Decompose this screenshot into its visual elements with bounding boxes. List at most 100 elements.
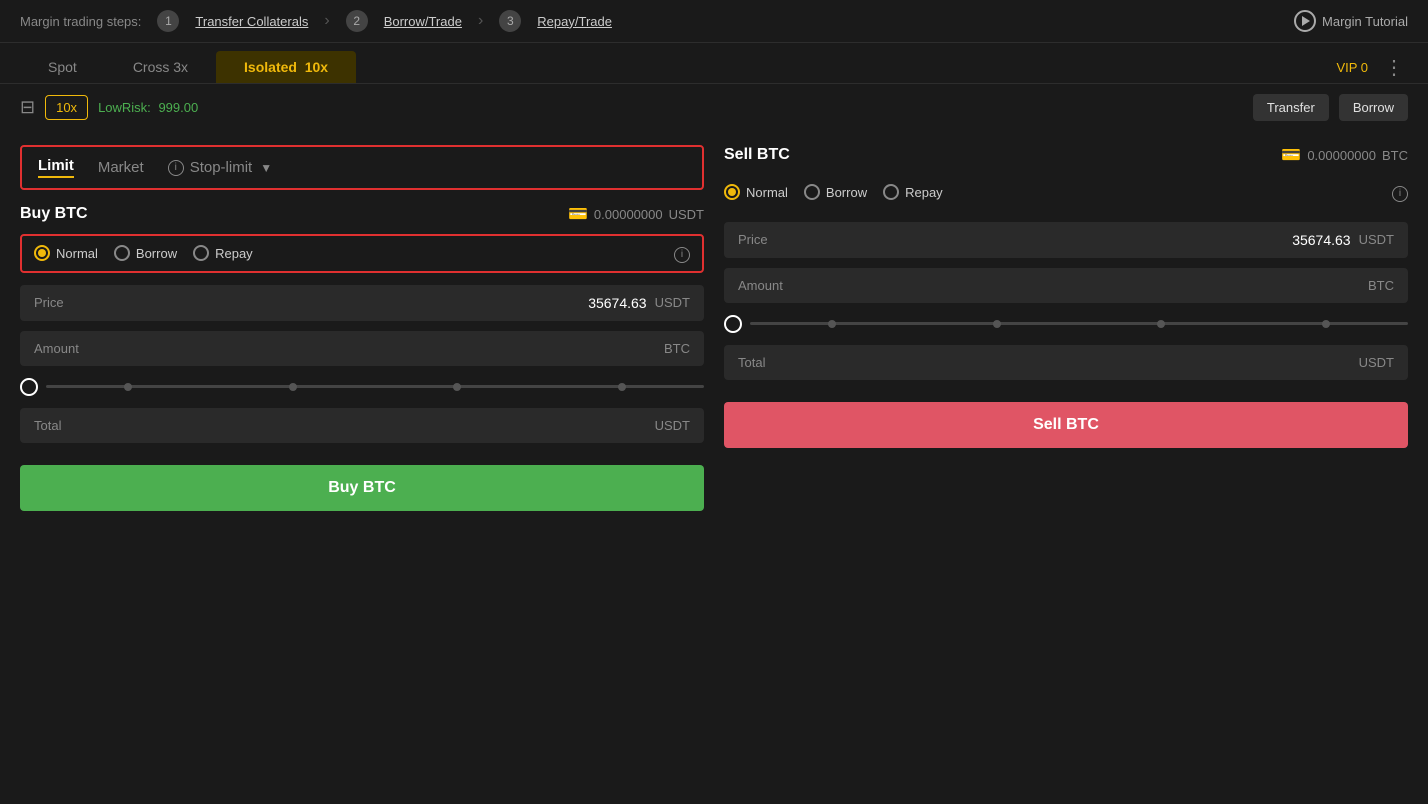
toolbar-row: ⊟ 10x LowRisk: 999.00 Transfer Borrow: [0, 84, 1428, 121]
buy-order-info-button[interactable]: i: [674, 244, 690, 263]
buy-amount-unit: BTC: [664, 341, 690, 356]
sell-panel: Sell BTC 💳 0.00000000 BTC Normal Borrow …: [724, 145, 1408, 511]
wallet-icon-buy: 💳: [568, 204, 588, 224]
sell-slider-dot-2: [993, 320, 1001, 328]
margin-tutorial-button[interactable]: Margin Tutorial: [1294, 10, 1408, 32]
buy-borrow-radio-circle: [114, 245, 130, 261]
step3-link[interactable]: Repay/Trade: [537, 14, 612, 29]
stop-limit-tab[interactable]: i Stop-limit ▼: [168, 159, 272, 176]
sell-amount-label: Amount: [738, 278, 783, 293]
sell-balance-row: Sell BTC 💳 0.00000000 BTC: [724, 145, 1408, 165]
tab-bar: Spot Cross 3x Isolated 10x VIP 0 ⋮: [0, 43, 1428, 84]
sell-balance-unit: BTC: [1382, 148, 1408, 163]
transfer-button[interactable]: Transfer: [1253, 94, 1329, 121]
step2-number: 2: [346, 10, 368, 32]
trading-area: Limit Market i Stop-limit ▼ Buy BTC 💳 0.…: [0, 133, 1428, 523]
buy-button[interactable]: Buy BTC: [20, 465, 704, 511]
buy-price-field[interactable]: Price 35674.63 USDT: [20, 285, 704, 321]
buy-repay-radio[interactable]: Repay: [193, 245, 253, 261]
low-risk-label: LowRisk: 999.00: [98, 100, 198, 115]
sell-borrow-radio-circle: [804, 184, 820, 200]
order-type-tabs-buy: Limit Market i Stop-limit ▼: [20, 145, 704, 190]
margin-steps-label: Margin trading steps:: [20, 14, 141, 29]
more-menu-button[interactable]: ⋮: [1380, 55, 1408, 80]
step1-arrow: ›: [324, 12, 329, 30]
sell-total-field[interactable]: Total USDT: [724, 345, 1408, 380]
sell-order-info-button[interactable]: i: [1392, 183, 1408, 202]
sell-slider[interactable]: [724, 315, 1408, 333]
sell-amount-field[interactable]: Amount BTC: [724, 268, 1408, 303]
buy-title: Buy BTC: [20, 205, 88, 223]
sell-radio-row: Normal Borrow Repay i: [724, 175, 1408, 210]
sell-title: Sell BTC: [724, 146, 790, 164]
leverage-selector[interactable]: 10x: [45, 95, 88, 120]
step2-link[interactable]: Borrow/Trade: [384, 14, 462, 29]
sell-normal-radio-circle: [724, 184, 740, 200]
sell-price-label: Price: [738, 232, 768, 247]
buy-price-unit: USDT: [655, 295, 690, 310]
buy-slider-dot-2: [289, 383, 297, 391]
buy-slider[interactable]: [20, 378, 704, 396]
sell-slider-dot-3: [1157, 320, 1165, 328]
limit-tab[interactable]: Limit: [38, 157, 74, 178]
sell-price-value: 35674.63: [1292, 232, 1350, 248]
buy-radio-row: Normal Borrow Repay i: [20, 234, 704, 273]
buy-price-label: Price: [34, 295, 64, 310]
step2-arrow: ›: [478, 12, 483, 30]
sell-normal-radio[interactable]: Normal: [724, 184, 788, 200]
sell-slider-dot-1: [828, 320, 836, 328]
vip-badge[interactable]: VIP 0: [1336, 60, 1368, 75]
sell-slider-dot-4: [1322, 320, 1330, 328]
tutorial-label: Margin Tutorial: [1322, 14, 1408, 29]
buy-amount-field[interactable]: Amount BTC: [20, 331, 704, 366]
step1-number: 1: [157, 10, 179, 32]
step3-number: 3: [499, 10, 521, 32]
buy-amount-label: Amount: [34, 341, 79, 356]
sell-repay-radio-circle: [883, 184, 899, 200]
sell-price-field[interactable]: Price 35674.63 USDT: [724, 222, 1408, 258]
buy-total-field[interactable]: Total USDT: [20, 408, 704, 443]
calculator-icon[interactable]: ⊟: [20, 97, 35, 118]
step1-link[interactable]: Transfer Collaterals: [195, 14, 308, 29]
borrow-button[interactable]: Borrow: [1339, 94, 1408, 121]
tab-spot[interactable]: Spot: [20, 51, 105, 83]
sell-button[interactable]: Sell BTC: [724, 402, 1408, 448]
sell-total-label: Total: [738, 355, 765, 370]
buy-panel: Limit Market i Stop-limit ▼ Buy BTC 💳 0.…: [20, 145, 704, 511]
play-icon: [1294, 10, 1316, 32]
low-risk-value: 999.00: [158, 100, 198, 115]
buy-price-value: 35674.63: [588, 295, 646, 311]
sell-slider-handle[interactable]: [724, 315, 742, 333]
buy-normal-radio[interactable]: Normal: [34, 245, 98, 261]
stop-limit-chevron-icon: ▼: [260, 161, 272, 175]
buy-repay-radio-circle: [193, 245, 209, 261]
buy-balance-value: 0.00000000: [594, 207, 663, 222]
stop-limit-info-icon: i: [168, 160, 184, 176]
buy-slider-handle[interactable]: [20, 378, 38, 396]
sell-amount-unit: BTC: [1368, 278, 1394, 293]
buy-total-label: Total: [34, 418, 61, 433]
sell-repay-radio[interactable]: Repay: [883, 184, 943, 200]
buy-balance-info: 💳 0.00000000 USDT: [568, 204, 704, 224]
market-tab[interactable]: Market: [98, 159, 144, 176]
buy-total-unit: USDT: [655, 418, 690, 433]
buy-info-icon: i: [674, 247, 690, 263]
buy-balance-row: Buy BTC 💳 0.00000000 USDT: [20, 204, 704, 224]
top-nav: Margin trading steps: 1 Transfer Collate…: [0, 0, 1428, 43]
sell-price-unit: USDT: [1359, 232, 1394, 247]
tab-isolated[interactable]: Isolated 10x: [216, 51, 356, 83]
buy-slider-dot-4: [618, 383, 626, 391]
sell-info-icon: i: [1392, 186, 1408, 202]
buy-slider-dot-1: [124, 383, 132, 391]
sell-balance-value: 0.00000000: [1307, 148, 1376, 163]
buy-balance-unit: USDT: [669, 207, 704, 222]
buy-slider-track[interactable]: [46, 385, 704, 388]
buy-borrow-radio[interactable]: Borrow: [114, 245, 177, 261]
sell-balance-info: 💳 0.00000000 BTC: [1281, 145, 1408, 165]
buy-normal-radio-circle: [34, 245, 50, 261]
sell-slider-track[interactable]: [750, 322, 1408, 325]
wallet-icon-sell: 💳: [1281, 145, 1301, 165]
sell-borrow-radio[interactable]: Borrow: [804, 184, 867, 200]
tab-cross[interactable]: Cross 3x: [105, 51, 216, 83]
buy-slider-dot-3: [453, 383, 461, 391]
